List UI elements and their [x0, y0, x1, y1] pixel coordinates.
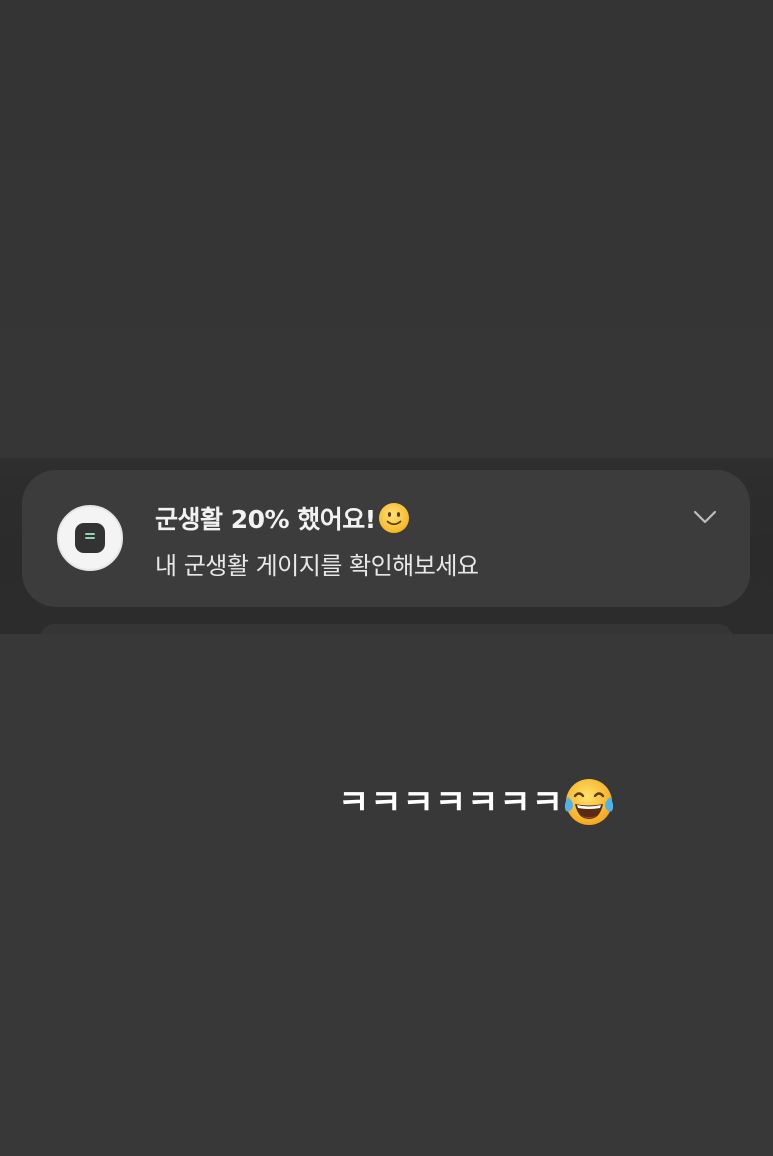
app-logo-mark [75, 523, 105, 553]
face-with-tears-of-joy-emoji [564, 778, 614, 825]
caption-text: ㅋㅋㅋㅋㅋㅋㅋ [338, 783, 564, 823]
notification-title-text: 군생활 20% 했어요! [155, 505, 376, 534]
slightly-smiling-face-emoji [378, 503, 409, 533]
chevron-down-icon[interactable] [692, 504, 718, 530]
notification-body: 내 군생활 게이지를 확인해보세요 [155, 552, 479, 580]
story-background-bottom [0, 634, 773, 1156]
story-background-top [0, 0, 773, 458]
app-logo-icon [57, 505, 123, 571]
story-caption: ㅋㅋㅋㅋㅋㅋㅋ [338, 778, 616, 829]
notification-title: 군생활 20% 했어요! [155, 500, 410, 536]
notification-card[interactable]: 군생활 20% 했어요! 내 군생활 게이지를 확인해보세요 [22, 470, 750, 607]
